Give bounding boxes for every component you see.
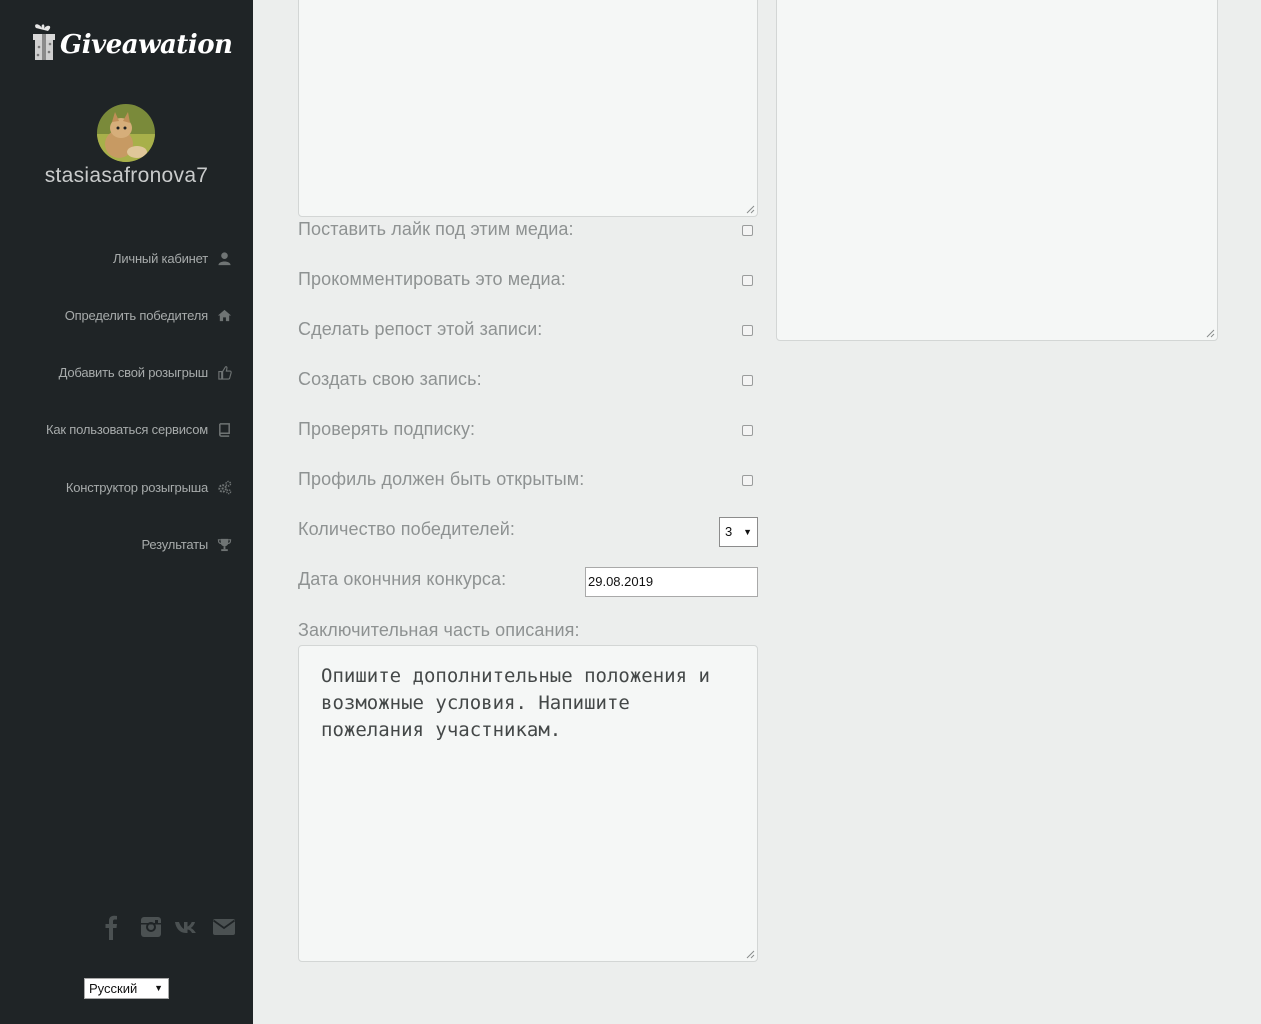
check-subscription-label: Проверять подписку: — [298, 419, 476, 439]
create-post-label: Создать свою запись: — [298, 369, 482, 389]
comment-media-label: Прокомментировать это медиа: — [298, 269, 566, 289]
sidebar-item-how-to-use[interactable]: Как пользоваться сервисом — [0, 417, 240, 441]
sidebar-item-results[interactable]: Результаты — [0, 532, 240, 556]
sidebar-item-label: Добавить свой розыгрыш — [58, 364, 209, 380]
sidebar-item-add-giveaway[interactable]: Добавить свой розыгрыш — [0, 360, 240, 384]
sidebar-item-label: Как пользоваться сервисом — [45, 421, 208, 437]
trophy-icon — [217, 538, 232, 551]
sidebar-item-cabinet[interactable]: Личный кабинет — [0, 246, 240, 270]
facebook-icon[interactable] — [104, 914, 118, 940]
sidebar-item-determine-winner[interactable]: Определить победителя — [0, 303, 240, 327]
vk-icon[interactable] — [174, 914, 200, 940]
like-media-checkbox[interactable] — [742, 225, 753, 236]
resize-grip-icon[interactable] — [745, 949, 755, 959]
gift-box-icon — [33, 24, 55, 60]
resize-grip-icon[interactable] — [745, 204, 755, 214]
sidebar-item-label: Определить победителя — [64, 307, 208, 323]
end-date-input[interactable]: 29.08.2019 — [585, 567, 758, 597]
repost-checkbox[interactable] — [742, 325, 753, 336]
social-links — [104, 914, 240, 942]
like-media-label: Поставить лайк под этим медиа: — [298, 219, 574, 239]
description-textarea[interactable] — [298, 0, 758, 217]
thumbs-up-icon — [218, 365, 232, 380]
final-part-placeholder: Опишите дополнительные положения и возмо… — [321, 665, 722, 741]
preview-textarea[interactable] — [776, 0, 1218, 341]
sidebar: Giveawation stasiasafronova7 Личный каби… — [0, 0, 253, 1024]
check-subscription-checkbox[interactable] — [742, 425, 753, 436]
logo[interactable]: Giveawation — [30, 22, 233, 66]
open-profile-checkbox[interactable] — [742, 475, 753, 486]
winners-count-value: 3 — [725, 524, 733, 539]
gears-icon — [218, 480, 232, 494]
username[interactable]: stasiasafronova7 — [0, 164, 253, 188]
open-profile-label: Профиль должен быть открытым: — [298, 469, 585, 489]
comment-media-checkbox[interactable] — [742, 275, 753, 286]
chevron-down-icon: ▼ — [743, 527, 752, 537]
book-icon — [219, 422, 230, 437]
repost-label: Сделать репост этой записи: — [298, 319, 543, 339]
avatar[interactable] — [97, 104, 155, 162]
language-select[interactable]: Русский ▼ — [84, 978, 169, 999]
sidebar-item-constructor[interactable]: Конструктор розыгрыша — [0, 475, 240, 499]
language-select-value: Русский — [89, 981, 138, 996]
envelope-icon[interactable] — [212, 914, 236, 940]
winners-count-select[interactable]: 3 ▼ — [719, 517, 758, 547]
final-part-label: Заключительная часть описания: — [298, 620, 580, 640]
home-icon — [217, 309, 232, 321]
sidebar-item-label: Личный кабинет — [112, 250, 208, 266]
sidebar-item-label: Результаты — [141, 536, 209, 552]
resize-grip-icon[interactable] — [1205, 328, 1215, 338]
winners-count-label: Количество победителей: — [298, 519, 516, 539]
end-date-label: Дата окончния конкурса: — [298, 569, 507, 589]
instagram-icon[interactable] — [139, 914, 163, 940]
sidebar-item-label: Конструктор розыгрыша — [65, 479, 208, 495]
chevron-down-icon: ▼ — [154, 983, 163, 993]
create-post-checkbox[interactable] — [742, 375, 753, 386]
brand-name: Giveawation — [60, 30, 233, 60]
user-icon — [218, 251, 231, 265]
